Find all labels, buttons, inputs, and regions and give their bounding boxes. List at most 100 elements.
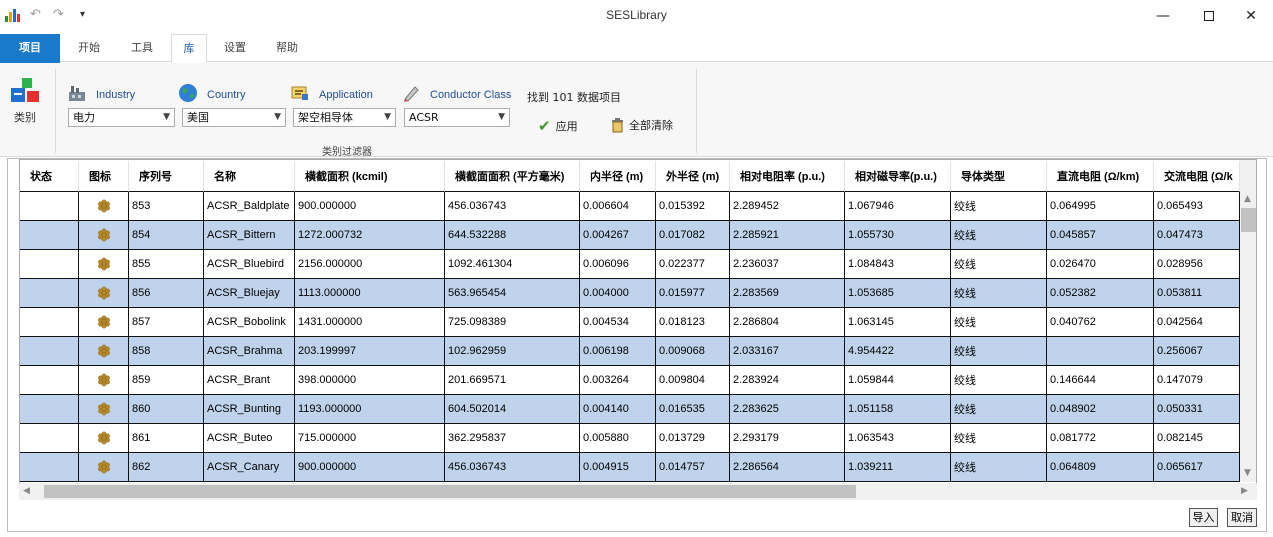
table-cell: 2.236037 (730, 250, 845, 279)
tab-library[interactable]: 库 (171, 34, 207, 63)
table-cell: 1193.000000 (295, 395, 445, 424)
table-cell: 0.053811 (1154, 279, 1240, 308)
table-cell: 0.015392 (656, 192, 730, 221)
column-header[interactable]: 序列号 (129, 161, 204, 192)
table-cell: ACSR_Baldplate (204, 192, 295, 221)
clear-all-button[interactable]: 全部清除 (611, 117, 673, 133)
column-header[interactable]: 横截面面积 (平方毫米) (445, 161, 580, 192)
table-cell: ACSR_Buteo (204, 424, 295, 453)
table-cell: 1.063543 (845, 424, 951, 453)
column-header[interactable]: 相对电阻率 (p.u.) (730, 161, 845, 192)
table-cell: 0.013729 (656, 424, 730, 453)
table-cell: 0.064809 (1047, 453, 1154, 482)
table-cell: 604.502014 (445, 395, 580, 424)
conductor-strand-icon (97, 257, 110, 271)
minimize-button[interactable]: — (1140, 0, 1186, 32)
table-row[interactable]: 859 ACSR_Brant 398.000000 201.669571 0.00326… (20, 366, 1240, 395)
globe-icon (179, 84, 197, 102)
column-header[interactable]: 相对磁导率(p.u.) (845, 161, 951, 192)
table-cell: 0.048902 (1047, 395, 1154, 424)
tab-tools[interactable]: 工具 (117, 34, 167, 63)
apply-button[interactable]: ✔ 应用 (538, 117, 578, 135)
conductor-icon-cell (79, 279, 129, 308)
table-cell: 绞线 (951, 424, 1047, 453)
close-button[interactable]: ✕ (1228, 0, 1273, 32)
tab-settings[interactable]: 设置 (211, 34, 259, 63)
vertical-scroll-thumb[interactable] (1241, 208, 1256, 232)
table-cell: 857 (129, 308, 204, 337)
table-cell: 0.006604 (580, 192, 656, 221)
close-icon: ✕ (1245, 8, 1257, 24)
table-cell: 1.039211 (845, 453, 951, 482)
filter-group-label: 类别过滤器 (322, 147, 372, 158)
scroll-up-icon[interactable]: ▲ (1244, 194, 1251, 204)
column-header[interactable]: 名称 (204, 161, 295, 192)
table-cell: 0.047473 (1154, 221, 1240, 250)
table-row[interactable]: 856 ACSR_Bluejay 1113.000000 563.965454 0.00… (20, 279, 1240, 308)
column-header[interactable]: 横截面积 (kcmil) (295, 161, 445, 192)
maximize-icon (1204, 11, 1214, 21)
scroll-right-icon[interactable]: ▶ (1241, 486, 1248, 496)
table-cell (20, 192, 79, 221)
table-cell: 0.004140 (580, 395, 656, 424)
column-header[interactable]: 外半径 (m) (656, 161, 730, 192)
conductor-class-select[interactable]: ACSR ▼ (404, 108, 510, 127)
conductor-strand-icon (97, 431, 110, 445)
table-cell (20, 453, 79, 482)
library-panel: 状态 图标 序列号 名称 横截面积 (kcmil) 横截面面积 (平方毫米) 内… (7, 158, 1267, 532)
horizontal-scroll-thumb[interactable] (44, 485, 856, 498)
table-cell: 1113.000000 (295, 279, 445, 308)
country-select[interactable]: 美国 ▼ (182, 108, 286, 127)
column-header[interactable]: 内半径 (m) (580, 161, 656, 192)
table-row[interactable]: 862 ACSR_Canary 900.000000 456.036743 0.0049… (20, 453, 1240, 482)
table-row[interactable]: 854 ACSR_Bittern 1272.000732 644.532288 0.00… (20, 221, 1240, 250)
scroll-left-icon[interactable]: ◀ (23, 486, 30, 496)
table-row[interactable]: 860 ACSR_Bunting 1193.000000 604.502014 0.00… (20, 395, 1240, 424)
table-cell: 2.285921 (730, 221, 845, 250)
maximize-button[interactable] (1186, 0, 1232, 32)
scroll-down-icon[interactable]: ▼ (1244, 468, 1251, 478)
import-button[interactable]: 导入 (1189, 508, 1218, 527)
table-row[interactable]: 861 ACSR_Buteo 715.000000 362.295837 0.00588… (20, 424, 1240, 453)
conductor-strand-icon (97, 373, 110, 387)
industry-select[interactable]: 电力 ▼ (68, 108, 175, 127)
tab-project[interactable]: 项目 (0, 34, 60, 63)
table-cell: 0.028956 (1154, 250, 1240, 279)
apply-label: 应用 (555, 120, 578, 133)
column-header[interactable]: 状态 (20, 161, 79, 192)
ribbon-separator (55, 69, 56, 153)
table-cell: 0.022377 (656, 250, 730, 279)
column-header[interactable]: 交流电阻 (Ω/k (1154, 161, 1240, 192)
conductor-icon-cell (79, 337, 129, 366)
table-cell: 0.015977 (656, 279, 730, 308)
table-row[interactable]: 858 ACSR_Brahma 203.199997 102.962959 0.0061… (20, 337, 1240, 366)
column-header[interactable]: 导体类型 (951, 161, 1047, 192)
tab-start[interactable]: 开始 (64, 34, 114, 63)
table-cell: 456.036743 (445, 192, 580, 221)
cancel-button[interactable]: 取消 (1227, 508, 1257, 527)
table-cell: ACSR_Brahma (204, 337, 295, 366)
table-row[interactable]: 853 ACSR_Baldplate 900.000000 456.036743 0.0… (20, 192, 1240, 221)
column-header[interactable]: 直流电阻 (Ω/km) (1047, 161, 1154, 192)
column-header[interactable]: 图标 (79, 161, 129, 192)
table-header-row: 状态 图标 序列号 名称 横截面积 (kcmil) 横截面面积 (平方毫米) 内… (20, 161, 1240, 192)
table-row[interactable]: 857 ACSR_Bobolink 1431.000000 725.098389 0.0… (20, 308, 1240, 337)
table-row[interactable]: 855 ACSR_Bluebird 2156.000000 1092.461304 0.… (20, 250, 1240, 279)
table-cell: 2156.000000 (295, 250, 445, 279)
pen-icon (404, 86, 419, 102)
table-cell: 0.256067 (1154, 337, 1240, 366)
table-cell (20, 337, 79, 366)
window-title: SESLibrary (606, 8, 667, 22)
vertical-scrollbar[interactable]: ▲ ▼ (1240, 160, 1256, 482)
application-select[interactable]: 架空相导体 ▼ (293, 108, 396, 127)
conductor-class-value: ACSR (409, 111, 439, 124)
table-cell: 绞线 (951, 366, 1047, 395)
tab-help[interactable]: 帮助 (263, 34, 311, 63)
conductor-strand-icon (97, 286, 110, 300)
horizontal-scrollbar[interactable]: ◀ ▶ (19, 483, 1257, 500)
ribbon-separator (696, 69, 697, 153)
table-cell: 862 (129, 453, 204, 482)
table-cell: 0.006096 (580, 250, 656, 279)
table-cell: 0.050331 (1154, 395, 1240, 424)
category-icon (11, 78, 39, 102)
